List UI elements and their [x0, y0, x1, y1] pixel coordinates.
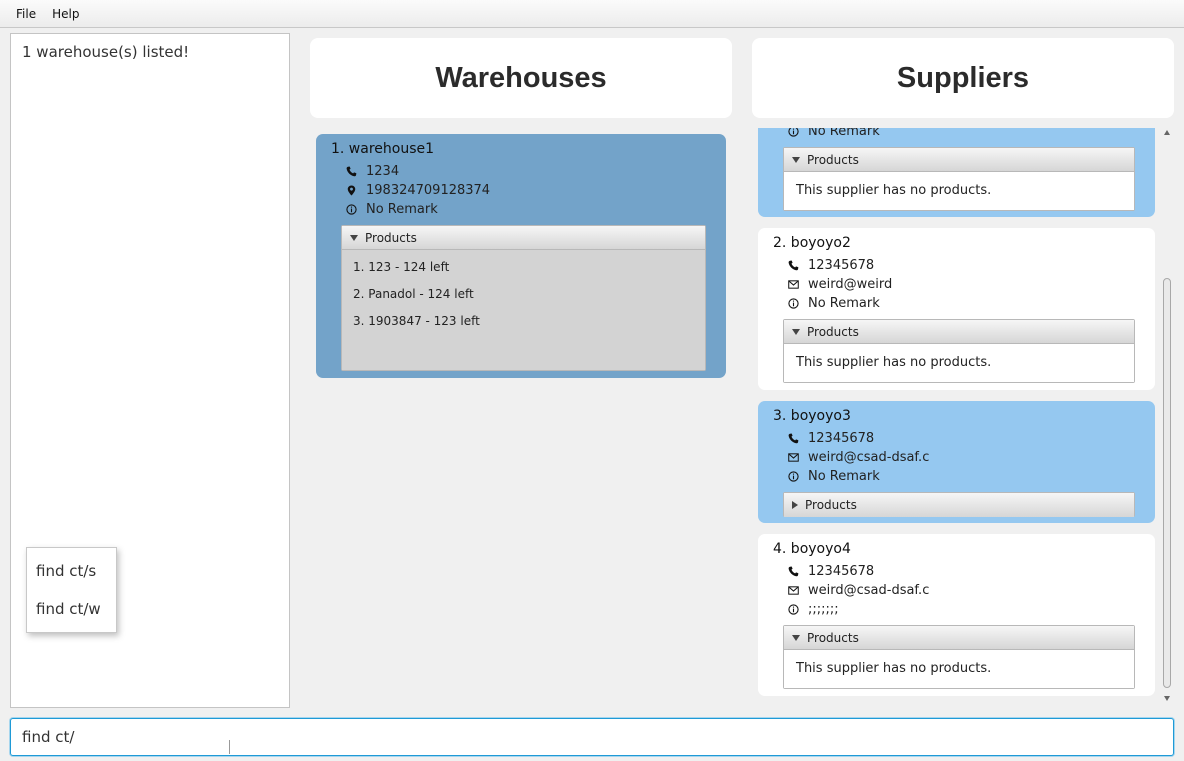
chevron-right-icon [792, 501, 798, 509]
supplier-remark: No Remark [787, 296, 880, 311]
supplier-name: 2. boyoyo2 [773, 235, 851, 251]
supplier-list[interactable]: No Remark Products This supplier has no … [752, 128, 1174, 706]
products-label: Products [807, 152, 859, 167]
warehouse-products-pane: Products 1. 123 - 124 left 2. Panadol - … [341, 225, 706, 371]
supplier-phone: 12345678 [787, 431, 874, 446]
suppliers-header: Suppliers [752, 38, 1174, 118]
no-products-text: This supplier has no products. [796, 661, 992, 676]
supplier-card[interactable]: 4. boyoyo4 12345678 weird@csad-dsaf.c ;;… [758, 534, 1155, 696]
products-list: This supplier has no products. [784, 650, 1134, 688]
warehouse-address: 198324709128374 [345, 183, 490, 198]
info-icon [787, 298, 799, 310]
supplier-email-text: weird@weird [808, 277, 893, 292]
chevron-down-icon [792, 328, 800, 335]
products-list: This supplier has no products. [784, 172, 1134, 210]
supplier-remark: No Remark [787, 469, 880, 484]
supplier-remark-text: No Remark [808, 128, 880, 139]
products-label: Products [807, 630, 859, 645]
supplier-remark-text: No Remark [808, 296, 880, 311]
location-pin-icon [345, 185, 357, 197]
products-toggle[interactable]: Products [342, 226, 705, 250]
autocomplete-item[interactable]: find ct/w [36, 600, 101, 618]
supplier-phone-text: 12345678 [808, 564, 875, 579]
mail-icon [787, 279, 799, 291]
products-list: This supplier has no products. [784, 344, 1134, 382]
phone-icon [787, 260, 799, 272]
supplier-email-text: weird@csad-dsaf.c [808, 583, 930, 598]
supplier-card[interactable]: 2. boyoyo2 12345678 weird@weird No Remar… [758, 228, 1155, 390]
supplier-phone-text: 12345678 [808, 258, 875, 273]
supplier-products-pane: Products This supplier has no products. [783, 147, 1135, 211]
autocomplete-popup: find ct/s find ct/w [26, 547, 117, 633]
products-label: Products [365, 230, 417, 245]
warehouses-title: Warehouses [435, 61, 607, 94]
warehouse-card[interactable]: 1. warehouse1 1234 198324709128374 No Re… [316, 134, 726, 378]
list-item: 1. 123 - 124 left [353, 260, 450, 274]
info-icon [787, 604, 799, 616]
menu-help[interactable]: Help [44, 7, 87, 21]
supplier-card[interactable]: 3. boyoyo3 12345678 weird@csad-dsaf.c No… [758, 401, 1155, 523]
phone-icon [345, 166, 357, 178]
supplier-scrollbar[interactable] [1160, 128, 1174, 703]
command-input[interactable] [10, 718, 1174, 756]
info-icon [345, 204, 357, 216]
products-toggle[interactable]: Products [784, 148, 1134, 172]
autocomplete-item[interactable]: find ct/s [36, 562, 96, 580]
no-products-text: This supplier has no products. [796, 183, 992, 198]
chevron-down-icon [350, 234, 358, 241]
list-item: 3. 1903847 - 123 left [353, 314, 480, 328]
products-label: Products [805, 498, 857, 512]
mouse-cursor-icon [229, 740, 230, 754]
phone-icon [787, 433, 799, 445]
scroll-thumb[interactable] [1163, 278, 1171, 688]
scroll-up-icon[interactable] [1164, 130, 1170, 135]
mail-icon [787, 585, 799, 597]
chevron-down-icon [792, 156, 800, 163]
warehouse-phone: 1234 [345, 164, 399, 179]
phone-icon [787, 566, 799, 578]
products-toggle[interactable]: Products [784, 493, 1134, 517]
warehouse-phone-text: 1234 [366, 164, 400, 179]
products-list: 1. 123 - 124 left 2. Panadol - 124 left … [342, 250, 705, 370]
supplier-phone: 12345678 [787, 258, 874, 273]
supplier-products-pane: Products This supplier has no products. [783, 319, 1135, 383]
supplier-remark: No Remark [787, 128, 880, 139]
products-toggle[interactable]: Products [784, 626, 1134, 650]
products-label: Products [807, 324, 859, 339]
supplier-products-pane: Products This supplier has no products. [783, 625, 1135, 689]
mail-icon [787, 452, 799, 464]
supplier-phone-text: 12345678 [808, 431, 875, 446]
supplier-card[interactable]: No Remark Products This supplier has no … [758, 128, 1155, 217]
supplier-email: weird@csad-dsaf.c [787, 450, 929, 465]
scroll-down-icon[interactable] [1164, 696, 1170, 701]
menu-file[interactable]: File [8, 7, 44, 21]
chevron-down-icon [792, 634, 800, 641]
products-toggle[interactable]: Products [784, 320, 1134, 344]
warehouses-header: Warehouses [310, 38, 732, 118]
menu-bar: File Help [0, 0, 1184, 28]
result-display[interactable]: 1 warehouse(s) listed! find ct/s find ct… [10, 33, 290, 708]
supplier-email: weird@csad-dsaf.c [787, 583, 929, 598]
supplier-remark-text: ;;;;;;; [808, 602, 839, 617]
supplier-name: 3. boyoyo3 [773, 408, 851, 424]
result-message: 1 warehouse(s) listed! [22, 43, 190, 61]
info-icon [787, 471, 799, 483]
warehouse-address-text: 198324709128374 [366, 183, 491, 198]
warehouse-remark-text: No Remark [366, 202, 438, 217]
supplier-email-text: weird@csad-dsaf.c [808, 450, 930, 465]
supplier-products-pane: Products [783, 492, 1135, 517]
warehouse-name: 1. warehouse1 [331, 141, 435, 157]
info-icon [787, 128, 799, 138]
warehouse-remark: No Remark [345, 202, 438, 217]
supplier-name: 4. boyoyo4 [773, 541, 851, 557]
suppliers-title: Suppliers [896, 61, 1030, 94]
list-item: 2. Panadol - 124 left [353, 287, 474, 301]
supplier-email: weird@weird [787, 277, 892, 292]
supplier-remark: ;;;;;;; [787, 602, 839, 617]
supplier-phone: 12345678 [787, 564, 874, 579]
no-products-text: This supplier has no products. [796, 355, 992, 370]
supplier-remark-text: No Remark [808, 469, 880, 484]
